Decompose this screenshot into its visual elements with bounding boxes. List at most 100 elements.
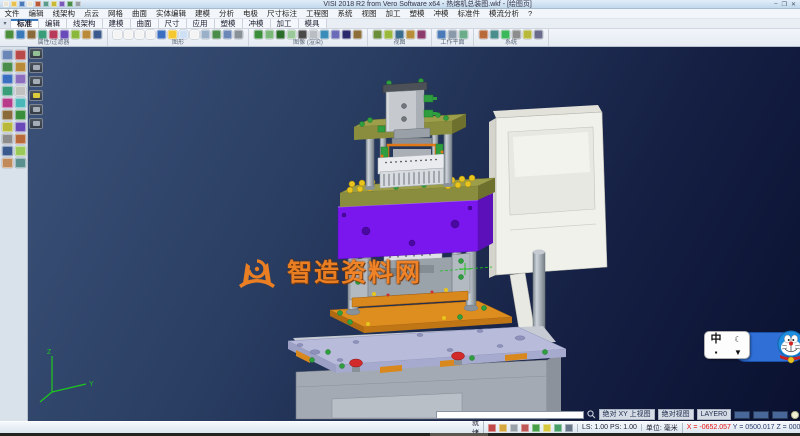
menu-item[interactable]: 系统 <box>333 9 357 19</box>
palette-tool-icon[interactable] <box>2 122 13 132</box>
ribbon-tool-icon[interactable] <box>212 30 221 39</box>
menu-item[interactable]: 实体编辑 <box>152 9 191 19</box>
ribbon-tool-icon[interactable] <box>254 30 263 39</box>
magnifier-icon[interactable] <box>587 410 596 419</box>
status-toggle-icon[interactable] <box>532 424 540 432</box>
quick-access-tool-icon[interactable] <box>11 1 17 7</box>
ribbon-tool-icon[interactable] <box>287 30 296 39</box>
status-toggle-icon[interactable] <box>499 424 507 432</box>
scale-indicator[interactable]: LS: 1.00 PS: 1.00 <box>578 424 642 431</box>
maximize-button[interactable]: ❐ <box>782 1 787 8</box>
ribbon-tool-icon[interactable] <box>16 30 25 39</box>
ribbon-tool-icon[interactable] <box>320 30 329 39</box>
palette-tool-icon[interactable] <box>2 134 13 144</box>
menu-item[interactable]: 冲模 <box>429 9 453 19</box>
menu-item[interactable]: 线架构 <box>48 9 80 19</box>
ribbon-tool-icon[interactable] <box>71 30 80 39</box>
toolbar-tab[interactable]: 曲面 <box>131 19 159 28</box>
ime-menu-arrow[interactable]: ▼ <box>734 348 742 357</box>
quick-access-tool-icon[interactable] <box>43 1 49 7</box>
ribbon-tool-icon[interactable] <box>534 30 543 39</box>
toolbar-tab[interactable]: 加工 <box>271 19 299 28</box>
quick-access-tool-icon[interactable] <box>3 1 9 7</box>
palette-tool-icon[interactable] <box>2 158 13 168</box>
ribbon-tool-icon[interactable] <box>190 30 199 39</box>
quick-access-tool-icon[interactable] <box>35 1 41 7</box>
menu-item[interactable]: 网格 <box>104 9 128 19</box>
toolbar-tab[interactable]: 标准 <box>11 19 39 28</box>
status-toggle-icon[interactable] <box>543 424 551 432</box>
palette-tool-icon[interactable] <box>15 122 26 132</box>
status-toggle-icon[interactable] <box>510 424 518 432</box>
menu-item[interactable]: 标准件 <box>453 9 485 19</box>
ribbon-tool-icon[interactable] <box>417 30 426 39</box>
ribbon-tool-icon[interactable] <box>168 30 177 39</box>
view-indicator[interactable]: 绝对视图 <box>658 409 694 420</box>
palette-tool-icon[interactable] <box>15 50 26 60</box>
palette-tool-icon[interactable] <box>15 98 26 108</box>
menu-item[interactable]: 文件 <box>0 9 24 19</box>
ribbon-tool-icon[interactable] <box>27 30 36 39</box>
toolbar-tab[interactable]: 模具 <box>299 19 327 28</box>
menu-item[interactable]: ? <box>524 9 537 19</box>
close-button[interactable]: ✕ <box>791 1 796 8</box>
ribbon-tool-icon[interactable] <box>384 30 393 39</box>
ribbon-tool-icon[interactable] <box>179 30 188 39</box>
minimize-button[interactable]: – <box>774 1 777 8</box>
ribbon-tool-icon[interactable] <box>276 30 285 39</box>
command-input[interactable] <box>436 411 584 419</box>
palette-tool-icon[interactable] <box>15 110 26 120</box>
palette-tool-icon[interactable] <box>2 74 13 84</box>
menu-item[interactable]: 尺寸标注 <box>263 9 302 19</box>
palette-tool-icon[interactable] <box>15 86 26 96</box>
ribbon-tool-icon[interactable] <box>146 30 155 39</box>
toolbar-tab[interactable]: 冲模 <box>243 19 271 28</box>
units-indicator[interactable]: 单位: 毫米 <box>642 423 683 433</box>
ribbon-tool-icon[interactable] <box>135 30 144 39</box>
palette-tool-icon[interactable] <box>15 134 26 144</box>
menu-item[interactable]: 塑模 <box>405 9 429 19</box>
menu-item[interactable]: 曲面 <box>128 9 152 19</box>
menu-item[interactable]: 电极 <box>239 9 263 19</box>
ribbon-tool-icon[interactable] <box>373 30 382 39</box>
palette-tool-icon[interactable] <box>2 146 13 156</box>
palette-tool-icon[interactable] <box>2 98 13 108</box>
ribbon-tool-icon[interactable] <box>437 30 446 39</box>
ribbon-tool-icon[interactable] <box>406 30 415 39</box>
toolbar-tab[interactable]: 建模 <box>103 19 131 28</box>
status-toggle-icon[interactable] <box>488 424 496 432</box>
ribbon-tool-icon[interactable] <box>201 30 210 39</box>
menu-item[interactable]: 点云 <box>80 9 104 19</box>
3d-viewport[interactable]: Z Y 智造资料网 <box>28 47 800 421</box>
menu-item[interactable]: 工程图 <box>302 9 334 19</box>
ribbon-tool-icon[interactable] <box>309 30 318 39</box>
palette-tool-icon[interactable] <box>15 62 26 72</box>
view-mini-button[interactable] <box>29 76 43 87</box>
ribbon-tool-icon[interactable] <box>353 30 362 39</box>
ribbon-tool-icon[interactable] <box>234 30 243 39</box>
status-toggle-icon[interactable] <box>521 424 529 432</box>
quick-access-tool-icon[interactable] <box>19 1 25 7</box>
color-swatch[interactable] <box>772 411 788 419</box>
toolbar-tab[interactable]: 编辑 <box>39 19 67 28</box>
toolbar-tab[interactable]: 线架构 <box>67 19 103 28</box>
ribbon-tool-icon[interactable] <box>93 30 102 39</box>
ribbon-tool-icon[interactable] <box>395 30 404 39</box>
ribbon-tool-icon[interactable] <box>298 30 307 39</box>
menu-item[interactable]: 加工 <box>381 9 405 19</box>
render-mode-ball[interactable] <box>791 411 799 419</box>
palette-tool-icon[interactable] <box>2 50 13 60</box>
ribbon-tool-icon[interactable] <box>223 30 232 39</box>
workplane-indicator[interactable]: 绝对 XY 上视图 <box>599 409 655 420</box>
menu-item[interactable]: 分析 <box>215 9 239 19</box>
view-mini-button[interactable] <box>29 118 43 129</box>
quick-access-tool-icon[interactable] <box>59 1 65 7</box>
ribbon-tool-icon[interactable] <box>490 30 499 39</box>
ribbon-tool-icon[interactable] <box>124 30 133 39</box>
ribbon-tool-icon[interactable] <box>523 30 532 39</box>
status-toggle-icon[interactable] <box>554 424 562 432</box>
ime-widget[interactable]: 中 ☾ ▪ ▼ <box>704 329 800 367</box>
ribbon-tool-icon[interactable] <box>60 30 69 39</box>
collapse-toolbar-button[interactable]: ▾ <box>0 19 11 28</box>
ribbon-tool-icon[interactable] <box>501 30 510 39</box>
